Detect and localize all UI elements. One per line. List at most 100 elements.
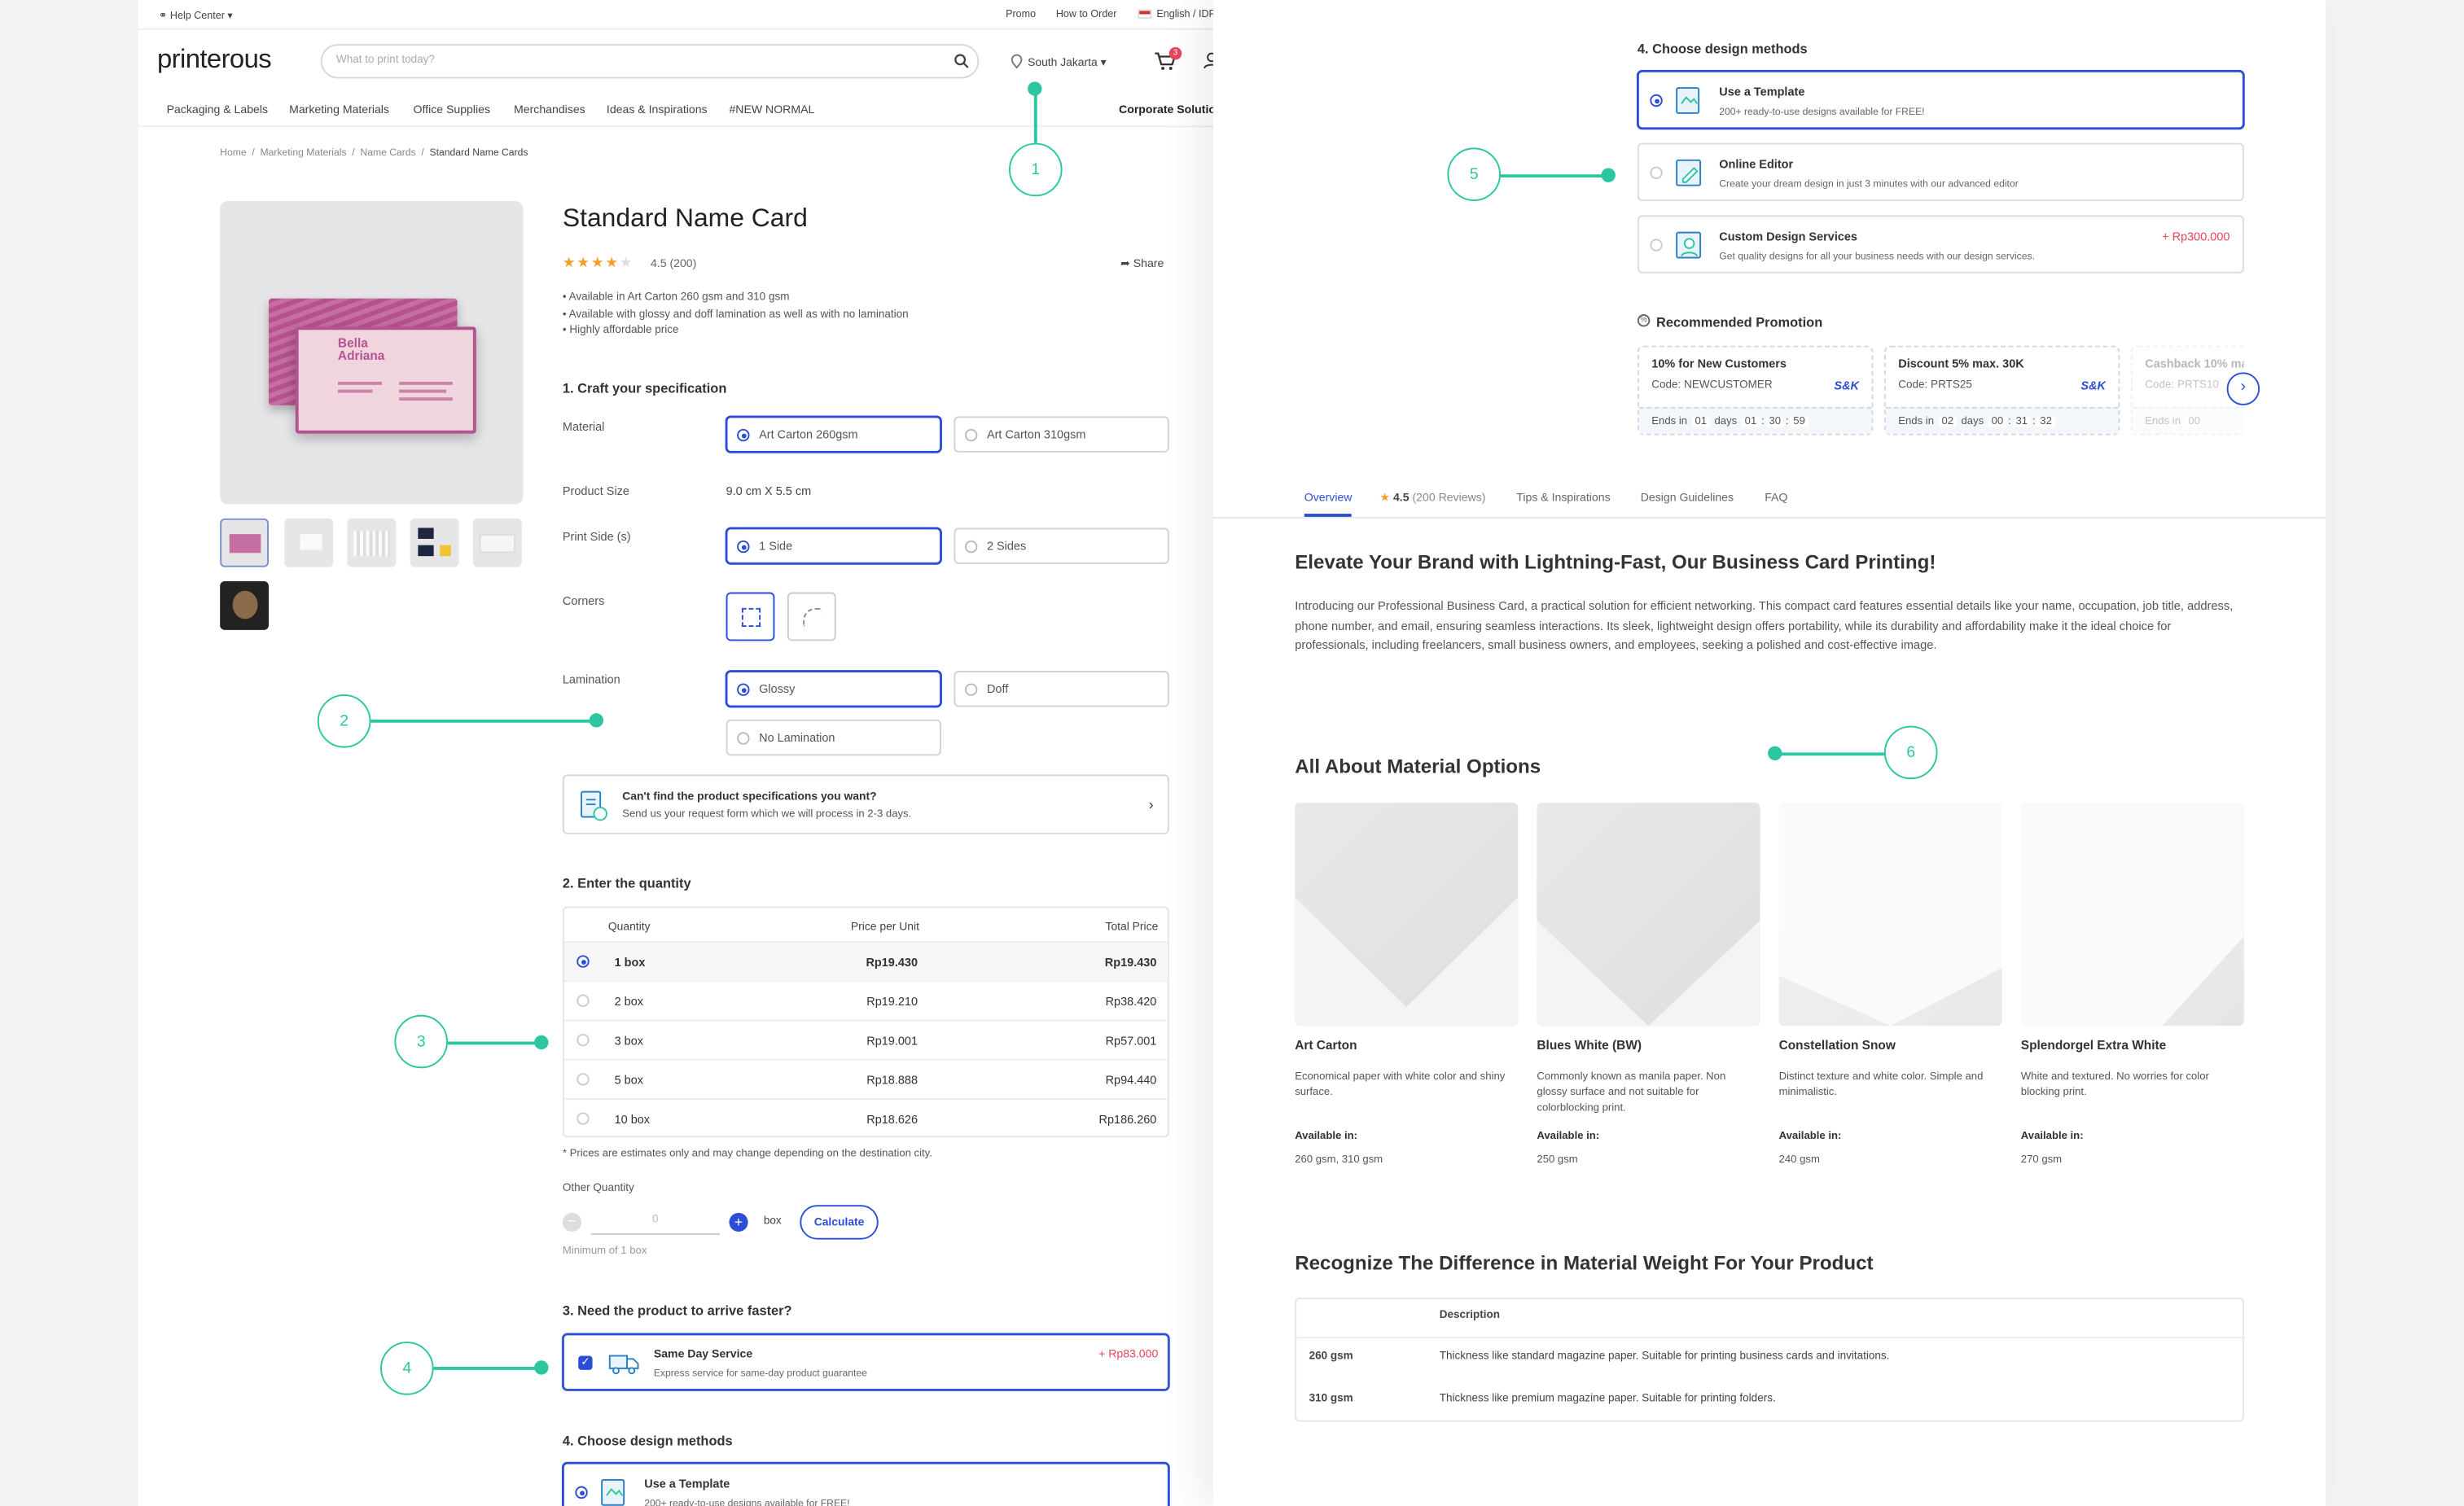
quantity-row[interactable]: 5 box Rp18.888 Rp94.440 — [563, 1058, 1168, 1098]
materials-heading: All About Material Options — [1295, 755, 1541, 778]
thumbnail-4[interactable] — [410, 518, 459, 567]
tab-design-guidelines[interactable]: Design Guidelines — [1641, 490, 1734, 504]
total-price-cell: Rp38.420 — [1105, 994, 1157, 1009]
material-name: Constellation Snow — [1778, 1038, 1896, 1053]
same-day-service-option[interactable]: ✓ Same Day Service Express service for s… — [562, 1333, 1169, 1390]
template-icon — [601, 1478, 625, 1506]
printerous-logo[interactable]: printerous — [157, 44, 272, 76]
tab-reviews[interactable]: ★ 4.5 (200 Reviews) — [1379, 490, 1485, 504]
promo-card[interactable]: 10% for New Customers Code: NEWCUSTOMER … — [1637, 345, 1874, 436]
increment-button[interactable]: + — [729, 1212, 748, 1232]
carousel-next-button[interactable]: › — [2226, 372, 2260, 405]
weight-table: Description 260 gsm Thickness like stand… — [1295, 1298, 2246, 1422]
callout-2: 2 — [317, 694, 371, 748]
promotion-icon: % — [1637, 313, 1651, 327]
promo-card[interactable]: Discount 5% max. 30K Code: PRTS25 S&K En… — [1883, 345, 2120, 436]
weight-desc-cell: Thickness like premium magazine paper. S… — [1439, 1393, 1776, 1405]
how-to-order-link[interactable]: How to Order — [1056, 10, 1117, 21]
share-button[interactable]: ➦ Share — [1120, 256, 1164, 270]
rating-text: 4.5 (200) — [650, 256, 697, 270]
use-template-option[interactable]: Use a Template 200+ ready-to-use designs… — [1637, 70, 2244, 129]
material-desc: Commonly known as manila paper. Non glos… — [1537, 1071, 1726, 1114]
tab-overview[interactable]: Overview — [1304, 490, 1353, 517]
quantity-row[interactable]: 2 box Rp19.210 Rp38.420 — [563, 980, 1168, 1019]
ends-label: Ends in — [2145, 416, 2181, 427]
callout-5: 5 — [1447, 147, 1502, 202]
col-quantity: Quantity — [607, 918, 651, 934]
nav-marketing-materials[interactable]: Marketing Materials — [289, 102, 389, 116]
tab-faq[interactable]: FAQ — [1765, 490, 1787, 504]
product-main-image[interactable]: Bella Adriana — [220, 201, 524, 505]
material-gsm: 260 gsm, 310 gsm — [1295, 1154, 1383, 1166]
print-side-2-option[interactable]: 2 Sides — [954, 528, 1169, 564]
lamination-doff-option[interactable]: Doff — [954, 671, 1169, 707]
quantity-row[interactable]: 1 box Rp19.430 Rp19.430 — [563, 940, 1168, 981]
lamination-glossy-option[interactable]: Glossy — [726, 671, 941, 707]
overview-heading: Elevate Your Brand with Lightning-Fast, … — [1295, 551, 1936, 574]
callout-line — [1773, 752, 1884, 755]
cart-count-badge: 3 — [1168, 46, 1182, 60]
material-option-310[interactable]: Art Carton 310gsm — [954, 416, 1169, 453]
thumbnail-1[interactable] — [220, 518, 270, 567]
total-price-cell: Rp19.430 — [1104, 955, 1157, 970]
calculate-button[interactable]: Calculate — [800, 1205, 879, 1240]
custom-request-banner[interactable]: Can't find the product specifications yo… — [562, 774, 1169, 834]
nav-ideas-inspirations[interactable]: Ideas & Inspirations — [607, 102, 708, 116]
nav-new-normal[interactable]: #NEW NORMAL — [729, 102, 814, 116]
custom-design-option[interactable]: Custom Design Services Get quality desig… — [1637, 215, 2244, 274]
quantity-input[interactable]: 0 — [590, 1210, 720, 1235]
help-center-link[interactable]: ⚭ Help Center ▾ — [159, 10, 233, 23]
online-editor-option[interactable]: Online Editor Create your dream design i… — [1637, 142, 2244, 202]
product-tabs: Overview ★ 4.5 (200 Reviews) Tips & Insp… — [1212, 479, 2326, 519]
promo-terms-link[interactable]: S&K — [2080, 379, 2106, 392]
option-subtitle: Create your dream design in just 3 minut… — [1719, 179, 2019, 190]
nav-merchandises[interactable]: Merchandises — [514, 102, 585, 116]
thumbnail-2[interactable] — [284, 518, 334, 567]
location-selector[interactable]: South Jakarta ▾ — [1028, 55, 1106, 69]
col-price-per-unit: Price per Unit — [850, 918, 919, 934]
square-corner-option[interactable] — [726, 592, 775, 641]
checkbox-checked-icon[interactable]: ✓ — [578, 1355, 593, 1370]
nav-office-supplies[interactable]: Office Supplies — [414, 102, 490, 116]
reviews-count: (200 Reviews) — [1412, 490, 1486, 505]
breadcrumb-home[interactable]: Home — [220, 147, 246, 159]
countdown-hours: 01 — [1741, 416, 1760, 427]
quantity-section-title: 2. Enter the quantity — [562, 874, 691, 891]
use-template-option[interactable]: Use a Template 200+ ready-to-use designs… — [562, 1462, 1169, 1506]
breadcrumb-marketing-materials[interactable]: Marketing Materials — [260, 147, 346, 159]
thumbnail-6[interactable] — [220, 581, 270, 630]
quantity-row[interactable]: 10 box Rp18.626 Rp186.260 — [563, 1097, 1168, 1136]
search-icon[interactable] — [954, 54, 969, 69]
option-label: Art Carton 310gsm — [986, 427, 1086, 442]
round-corner-option[interactable] — [787, 592, 836, 641]
option-title: Use a Template — [1719, 85, 1805, 99]
promotion-carousel: 10% for New Customers Code: NEWCUSTOMER … — [1637, 345, 2244, 437]
promo-link[interactable]: Promo — [1006, 10, 1036, 21]
tab-tips[interactable]: Tips & Inspirations — [1516, 490, 1610, 504]
overview-body: Introducing our Professional Business Ca… — [1295, 598, 2234, 652]
material-option-260[interactable]: Art Carton 260gsm — [726, 416, 941, 453]
countdown-hours: 00 — [1988, 416, 2007, 427]
option-price: + Rp300.000 — [2162, 229, 2230, 244]
lamination-none-option[interactable]: No Lamination — [726, 719, 941, 756]
thumbnail-5[interactable] — [472, 518, 522, 567]
bullet-item: • Available in Art Carton 260 gsm and 31… — [562, 291, 790, 304]
material-image — [1778, 803, 2002, 1027]
print-side-1-option[interactable]: 1 Side — [726, 528, 941, 564]
promo-terms-link[interactable]: S&K — [1834, 379, 1859, 392]
total-price-cell: Rp57.001 — [1105, 1033, 1157, 1049]
decrement-button[interactable]: − — [562, 1212, 582, 1232]
nav-packaging-labels[interactable]: Packaging & Labels — [167, 102, 268, 116]
total-price-cell: Rp186.260 — [1098, 1112, 1157, 1127]
corporate-solution-link[interactable]: Corporate Solution — [1119, 102, 1217, 116]
search-input[interactable]: What to print today? — [320, 44, 980, 79]
service-subtitle: Express service for same-day product gua… — [653, 1368, 867, 1380]
material-desc: Economical paper with white color and sh… — [1295, 1071, 1506, 1098]
language-selector[interactable]: English / IDR — [1156, 10, 1216, 21]
callout-4: 4 — [380, 1342, 434, 1395]
breadcrumb-name-cards[interactable]: Name Cards — [360, 147, 415, 159]
unit-price-cell: Rp19.001 — [866, 1033, 919, 1049]
qty-cell: 2 box — [614, 994, 644, 1009]
quantity-row[interactable]: 3 box Rp19.001 Rp57.001 — [563, 1019, 1168, 1058]
thumbnail-3[interactable] — [347, 518, 397, 567]
